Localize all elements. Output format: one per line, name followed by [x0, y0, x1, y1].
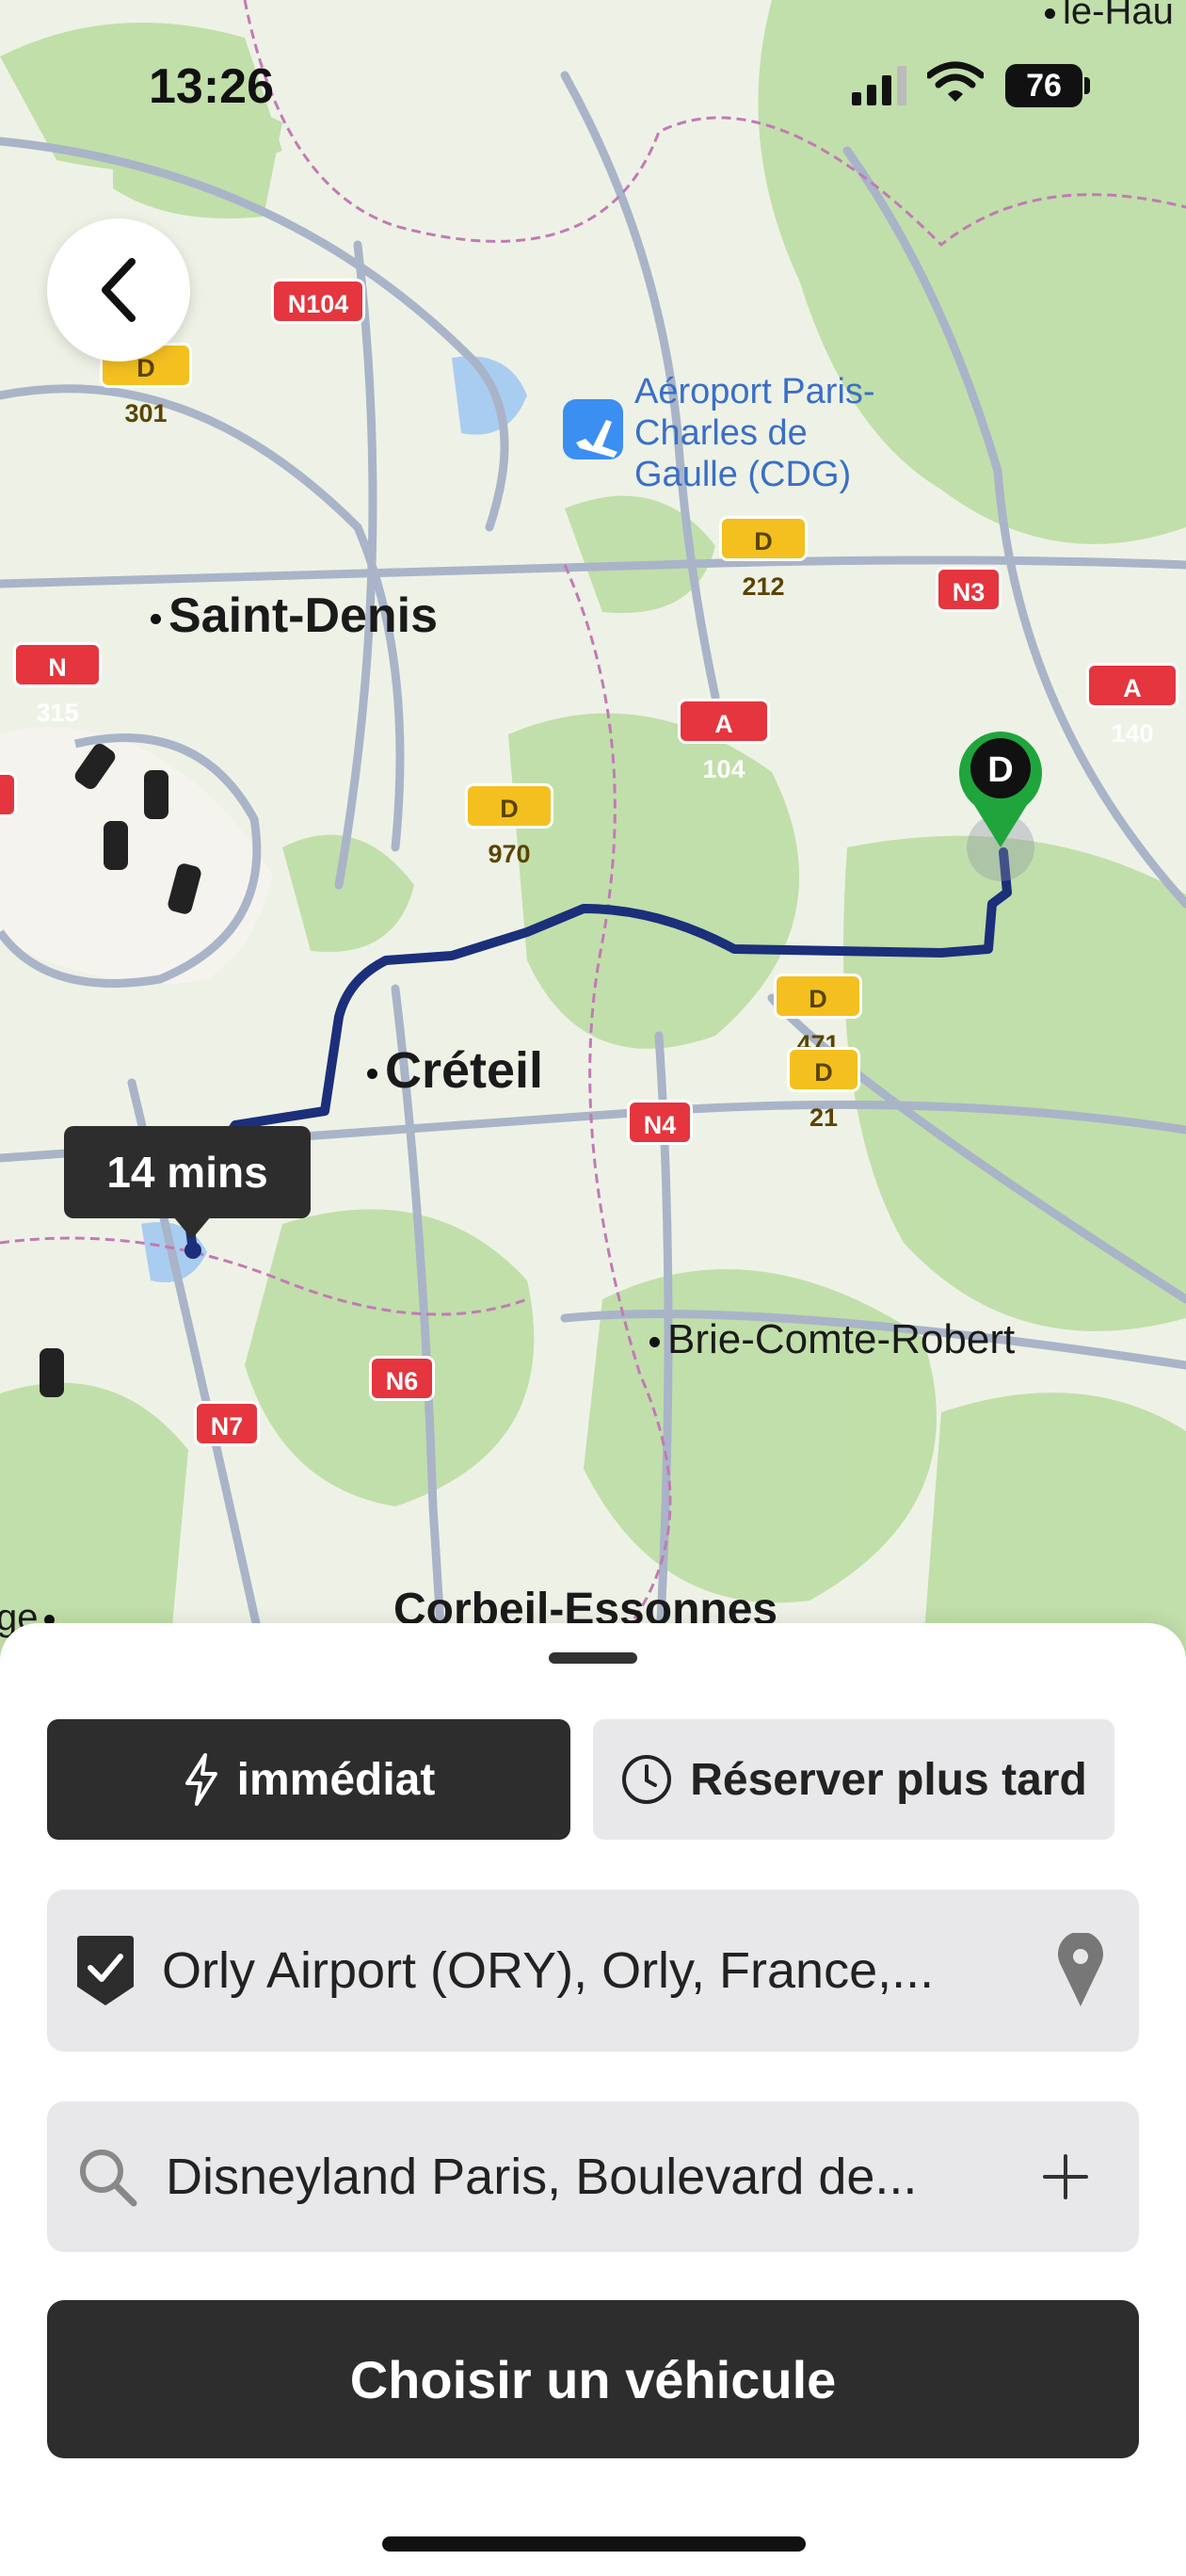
- place-creteil: Créteil: [367, 1041, 543, 1100]
- road-label-n7: N7: [194, 1401, 260, 1446]
- place-saint-denis: Saint-Denis: [151, 588, 438, 644]
- battery-icon: 76: [1005, 64, 1082, 107]
- pickup-field-text: Orly Airport (ORY), Orly, France,...: [162, 1942, 935, 1999]
- road-label-n315: N 315: [13, 642, 102, 727]
- poi-line: Aéroport Paris-: [634, 372, 875, 411]
- tab-immediate-label: immédiat: [236, 1754, 436, 1805]
- add-stop-icon[interactable]: [1039, 2150, 1092, 2203]
- road-label-d212: D 212: [719, 516, 808, 601]
- road-label-a140: A 140: [1086, 663, 1178, 748]
- choose-vehicle-button[interactable]: Choisir un véhicule: [47, 2300, 1139, 2458]
- home-indicator[interactable]: [382, 2536, 806, 2552]
- clock-icon: [622, 1755, 672, 1804]
- road-label-d970: D 970: [465, 783, 553, 868]
- road-label-d471: D 471: [774, 974, 862, 1058]
- road-label-n3: N3: [936, 567, 1002, 612]
- destination-field-text: Disneyland Paris, Boulevard de...: [166, 2149, 918, 2205]
- tab-schedule-later-label: Réserver plus tard: [690, 1754, 1087, 1805]
- status-bar: 13:26 76: [0, 0, 1186, 169]
- pickup-checkbox-icon: [77, 1936, 134, 2005]
- tab-schedule-later[interactable]: Réserver plus tard: [593, 1719, 1114, 1840]
- destination-field[interactable]: Disneyland Paris, Boulevard de...: [47, 2101, 1139, 2252]
- poi-line: Charles de: [634, 413, 808, 453]
- battery-tip: [1084, 77, 1090, 94]
- pickup-field[interactable]: Orly Airport (ORY), Orly, France,...: [47, 1890, 1139, 2052]
- road-label-d21: D 21: [787, 1047, 860, 1132]
- road-label-n4: N4: [627, 1100, 693, 1145]
- airport-icon: [563, 399, 623, 459]
- sheet-drag-handle[interactable]: [549, 1652, 637, 1664]
- wifi-icon: [927, 61, 984, 102]
- road-label-a104: A 104: [678, 699, 770, 783]
- car-icon: [40, 1348, 64, 1397]
- lightning-icon: [184, 1753, 217, 1806]
- road-label-n6: N6: [369, 1356, 435, 1401]
- car-icon: [144, 770, 168, 819]
- map[interactable]: D: [0, 0, 1186, 1657]
- tab-immediate[interactable]: immédiat: [47, 1719, 570, 1840]
- back-button[interactable]: [47, 218, 190, 362]
- search-icon: [80, 2149, 137, 2207]
- eta-bubble: 14 mins: [64, 1126, 311, 1239]
- origin-dot: [184, 1242, 201, 1259]
- car-icon: [104, 821, 128, 870]
- status-time: 13:26: [149, 59, 274, 114]
- place-brie-comte-robert: Brie-Comte-Robert: [649, 1316, 1015, 1363]
- road-label-edge: [0, 772, 17, 817]
- poi-airport-label[interactable]: Aéroport Paris- Charles de Gaulle (CDG): [634, 371, 875, 495]
- destination-marker-letter: D: [987, 750, 1013, 790]
- road-label-n104: N104: [271, 279, 365, 324]
- cellular-signal-icon: [852, 66, 906, 105]
- location-pin-icon[interactable]: [1056, 1933, 1105, 2008]
- poi-line: Gaulle (CDG): [634, 455, 852, 494]
- chevron-left-icon: [102, 258, 136, 322]
